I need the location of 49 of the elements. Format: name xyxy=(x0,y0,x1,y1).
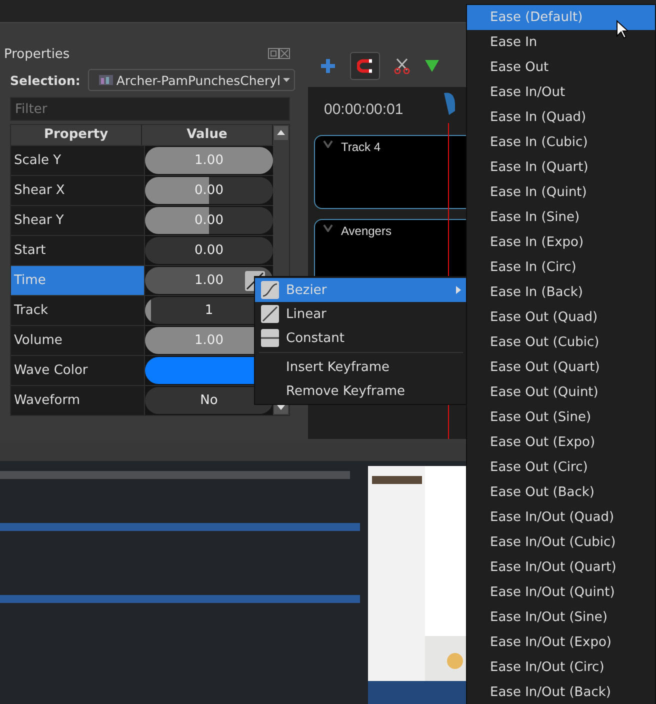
value-dropdown[interactable]: No xyxy=(145,387,273,414)
property-name: Track xyxy=(14,303,48,318)
timecode: 00:00:00:01 xyxy=(323,100,404,120)
menu-item[interactable]: Ease Out (Quint) xyxy=(467,380,655,405)
table-row[interactable]: Track 1 xyxy=(11,295,273,325)
menu-item[interactable]: Ease In/Out (Circ) xyxy=(467,655,655,680)
menu-item[interactable]: Ease In/Out (Quart) xyxy=(467,555,655,580)
menu-item[interactable]: Ease Out (Cubic) xyxy=(467,330,655,355)
menu-item[interactable]: Ease Out (Quad) xyxy=(467,305,655,330)
menu-item[interactable]: Ease Out (Circ) xyxy=(467,455,655,480)
value-slider[interactable]: 0.00 xyxy=(145,177,273,204)
menu-item[interactable]: Ease In (Quad) xyxy=(467,105,655,130)
menu-item[interactable]: Ease Out (Quart) xyxy=(467,355,655,380)
value-slider[interactable]: 0.00 xyxy=(145,237,273,264)
property-name: Shear X xyxy=(14,183,65,198)
property-name: Start xyxy=(14,243,46,258)
track-name: Track 4 xyxy=(341,140,381,154)
menu-item[interactable]: Ease Out (Sine) xyxy=(467,405,655,430)
table-row[interactable]: Shear X 0.00 xyxy=(11,175,273,205)
menu-item[interactable]: Ease In/Out (Cubic) xyxy=(467,530,655,555)
table-row[interactable]: Volume 1.00 xyxy=(11,325,273,355)
property-name: Time xyxy=(14,273,46,288)
menu-item[interactable]: Ease In/Out xyxy=(467,80,655,105)
selection-label: Selection: xyxy=(10,72,80,88)
table-row[interactable]: Shear Y 0.00 xyxy=(11,205,273,235)
menu-item[interactable]: Ease In/Out (Sine) xyxy=(467,605,655,630)
table-row[interactable]: Time 1.00 xyxy=(11,265,273,295)
value-slider[interactable]: 0.00 xyxy=(145,207,273,234)
table-row[interactable]: Waveform No xyxy=(11,385,273,415)
menu-item[interactable]: Ease In/Out (Expo) xyxy=(467,630,655,655)
menu-item[interactable]: Ease In xyxy=(467,30,655,55)
property-name: Scale Y xyxy=(14,153,62,168)
menu-item[interactable]: Ease In/Out (Quad) xyxy=(467,505,655,530)
property-name: Wave Color xyxy=(14,363,88,378)
property-name: Shear Y xyxy=(14,213,64,228)
menu-item[interactable]: Ease In/Out (Quint) xyxy=(467,580,655,605)
property-name: Waveform xyxy=(14,393,80,408)
panel-title: Properties xyxy=(4,46,70,62)
property-name: Volume xyxy=(14,333,62,348)
menu-item[interactable]: Ease Out (Expo) xyxy=(467,430,655,455)
table-row[interactable]: Wave Color xyxy=(11,355,273,385)
column-header[interactable]: Property xyxy=(11,125,142,145)
menu-item[interactable]: Ease Out xyxy=(467,55,655,80)
track-name: Avengers xyxy=(341,224,392,238)
selection-dropdown[interactable]: Archer-PamPunchesCheryl xyxy=(88,69,296,91)
filter-field[interactable]: Filter xyxy=(10,97,290,121)
table-row[interactable]: Start 0.00 xyxy=(11,235,273,265)
menu-item[interactable]: Ease Out (Back) xyxy=(467,480,655,505)
table-row[interactable]: Scale Y 1.00 xyxy=(11,145,273,175)
